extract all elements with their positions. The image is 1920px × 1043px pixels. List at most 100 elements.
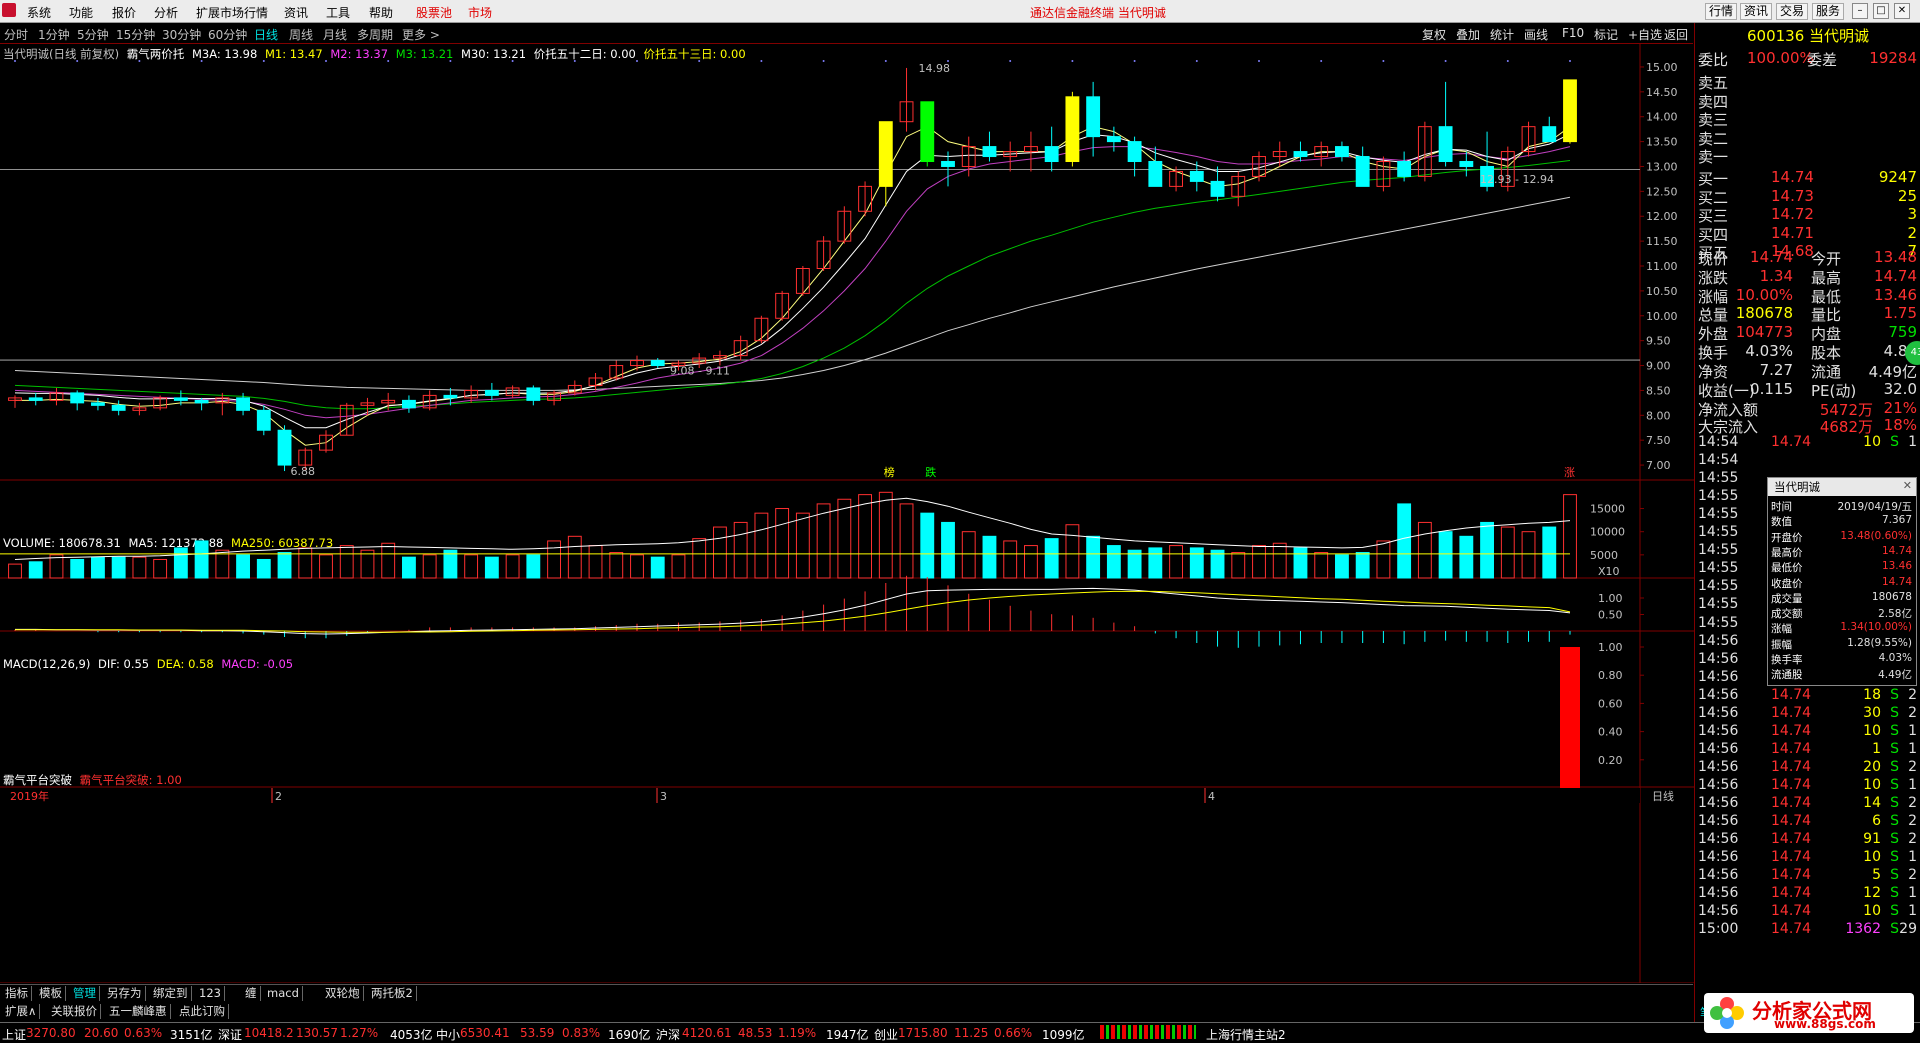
index-cy-name[interactable]: 创业: [874, 1026, 898, 1043]
maximize-icon[interactable]: □: [1873, 3, 1889, 19]
kline-chart[interactable]: 15.00 14.50 14.00 13.50 13.00 12.50 12.00 11.50…: [0, 43, 1694, 983]
menu-quote[interactable]: 报价: [112, 4, 136, 21]
toolbar-draw[interactable]: 画线: [1524, 26, 1548, 43]
btn-service[interactable]: 服务: [1812, 3, 1845, 20]
menu-system[interactable]: 系统: [27, 4, 51, 21]
candle-body: [91, 402, 105, 406]
index-sz-value: 10418.2: [244, 1026, 294, 1040]
menu-extended-market[interactable]: 扩展市场行情: [196, 4, 268, 21]
popup-value: 13.48(0.60%): [1840, 529, 1912, 542]
stat-row: 换手 4.03% 股本 4.87: [1695, 342, 1920, 362]
sell-row[interactable]: 卖一: [1695, 146, 1920, 166]
server-station[interactable]: 上海行情主站2: [1206, 1026, 1286, 1043]
menu-stock-pool[interactable]: 股票池: [416, 4, 452, 21]
buy-row[interactable]: 买一 14.74 9247: [1695, 168, 1920, 188]
bottom-tab[interactable]: 两托板2: [368, 986, 417, 1001]
toolbar-fuquan[interactable]: 复权: [1422, 26, 1446, 43]
bottom-tab[interactable]: 管理: [70, 986, 100, 1001]
marker-dot: [262, 60, 265, 62]
marker-dot: [1009, 60, 1012, 62]
buy-row[interactable]: 买三 14.72 3: [1695, 205, 1920, 225]
bottom-tab[interactable]: macd: [264, 986, 303, 1001]
bottom-tab[interactable]: 扩展∧: [2, 1004, 41, 1019]
menu-help[interactable]: 帮助: [369, 4, 393, 21]
close-icon[interactable]: ✕: [1894, 3, 1910, 19]
period-tab-daily[interactable]: 日线: [254, 26, 278, 43]
period-tab-timeshare[interactable]: 分时: [4, 26, 28, 43]
btn-quotes[interactable]: 行情: [1705, 3, 1738, 20]
sell-label: 卖一: [1698, 148, 1729, 166]
bottom-tab[interactable]: 另存为: [104, 986, 146, 1001]
index-sz-pct: 1.27%: [340, 1026, 379, 1040]
menu-tools[interactable]: 工具: [326, 4, 350, 21]
bottom-tab[interactable]: 双轮炮: [322, 986, 364, 1001]
toolbar-overlay[interactable]: 叠加: [1456, 26, 1480, 43]
menu-analysis[interactable]: 分析: [154, 4, 178, 21]
index-hs-name[interactable]: 沪深: [656, 1026, 680, 1043]
popup-key: 最高价: [1771, 546, 1803, 559]
price-axis-label: 13.00: [1646, 160, 1678, 173]
popup-key: 最低价: [1771, 562, 1803, 575]
period-tab-weekly[interactable]: 周线: [289, 26, 313, 43]
menu-function[interactable]: 功能: [69, 4, 93, 21]
sell-row[interactable]: 卖二: [1695, 128, 1920, 148]
sell-row[interactable]: 卖四: [1695, 91, 1920, 111]
toolbar-back[interactable]: 返回: [1664, 26, 1688, 43]
volume-bar: [1003, 540, 1018, 579]
period-tab-5min[interactable]: 5分钟: [77, 26, 109, 43]
indicator-tabs: 指标 模板 管理 另存为 绑定到 123 缠 macd 双轮炮 两托板2: [0, 984, 1693, 1003]
signal-marker-1: 榜: [884, 465, 895, 479]
minimize-icon[interactable]: –: [1852, 3, 1868, 19]
tick-side: S: [1890, 867, 1899, 884]
volume-bar: [1314, 552, 1329, 579]
period-tab-60min[interactable]: 60分钟: [208, 26, 247, 43]
price-axis-label: 7.50: [1646, 434, 1671, 447]
candle-body: [526, 387, 541, 401]
menu-news[interactable]: 资讯: [284, 4, 308, 21]
tick-row: 14:56 14.74 10 S 1: [1695, 777, 1920, 795]
index-sh-name[interactable]: 上证: [2, 1026, 26, 1043]
index-zx-pct: 0.83%: [562, 1026, 601, 1040]
bottom-tab[interactable]: 缠: [242, 986, 261, 1001]
candle-body: [484, 389, 499, 396]
low-annotation: 6.88: [291, 465, 316, 478]
bottom-tab[interactable]: 123: [196, 986, 225, 1001]
sell-row[interactable]: 卖三: [1695, 109, 1920, 129]
btn-trade[interactable]: 交易: [1776, 3, 1809, 20]
btn-news[interactable]: 资讯: [1740, 3, 1773, 20]
candle-body: [1293, 151, 1308, 158]
index-zx-name[interactable]: 中小: [436, 1026, 460, 1043]
bottom-tab[interactable]: 点此订购: [176, 1004, 229, 1019]
period-tab-multi[interactable]: 多周期: [357, 26, 393, 43]
volume-bar: [692, 538, 707, 579]
toolbar-add-favorite[interactable]: +自选: [1628, 26, 1662, 43]
period-tab-1min[interactable]: 1分钟: [38, 26, 70, 43]
index-sz-name[interactable]: 深证: [218, 1026, 242, 1043]
period-tab-monthly[interactable]: 月线: [323, 26, 347, 43]
bottom-tab[interactable]: 五一麟峰惠: [106, 1004, 171, 1019]
weibi-label: 委比: [1698, 51, 1729, 69]
tick-volume: 20: [1863, 758, 1881, 775]
period-tab-more[interactable]: 更多 >: [402, 26, 440, 43]
menu-market[interactable]: 市场: [468, 4, 492, 21]
period-tab-30min[interactable]: 30分钟: [162, 26, 201, 43]
buy-row[interactable]: 买二 14.73 25: [1695, 187, 1920, 207]
sell-row[interactable]: 卖五: [1695, 72, 1920, 92]
popup-close-icon[interactable]: ✕: [1903, 479, 1912, 492]
toolbar-f10[interactable]: F10: [1562, 26, 1584, 40]
volume-bar: [650, 556, 665, 579]
candle-body: [1210, 180, 1225, 197]
bottom-tab[interactable]: 指标: [2, 986, 32, 1001]
toolbar-stats[interactable]: 统计: [1490, 26, 1514, 43]
bottom-tab[interactable]: 关联报价: [48, 1004, 101, 1019]
popup-row: 最低价 13.46: [1768, 560, 1916, 575]
signal-marker-3: 涨: [1564, 466, 1575, 479]
stat-row: 收益(一) 0.115 PE(动) 32.0: [1695, 380, 1920, 400]
buy-row[interactable]: 买四 14.71 2: [1695, 223, 1920, 244]
period-tab-15min[interactable]: 15分钟: [116, 26, 155, 43]
bottom-tab[interactable]: 绑定到: [150, 986, 192, 1001]
bottom-tab[interactable]: 模板: [36, 986, 66, 1001]
indicator-axis-label: 0.40: [1598, 726, 1623, 739]
buy-price: 14.71: [1771, 223, 1814, 242]
toolbar-mark[interactable]: 标记: [1594, 26, 1618, 43]
